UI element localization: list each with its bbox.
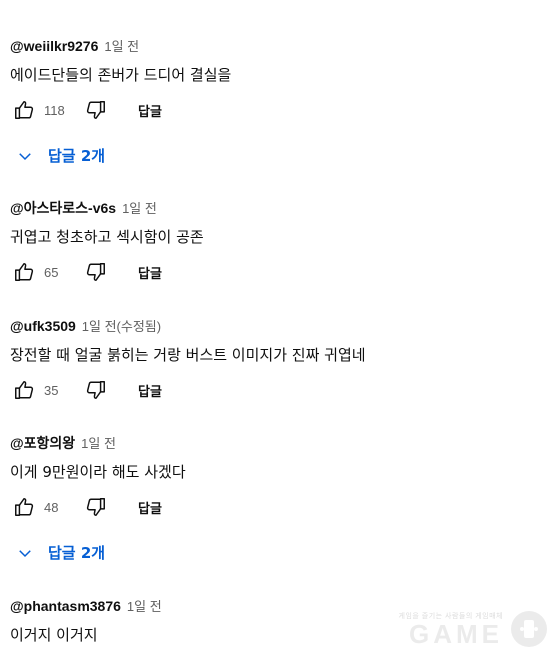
watermark-logo: 게임을 즐기는 사람들의 게임매체 GAME bbox=[399, 611, 547, 647]
comment-actions: 118 답글 bbox=[10, 92, 547, 128]
reply-button[interactable]: 답글 bbox=[138, 381, 162, 400]
comment-author[interactable]: @ufk3509 bbox=[10, 318, 76, 334]
comment-header: @아스타로스-v6s 1일 전 bbox=[10, 198, 547, 218]
comment-text: 귀엽고 청초하고 섹시함이 공존 bbox=[10, 228, 204, 246]
view-replies-button[interactable]: 답글 2개 bbox=[16, 542, 105, 563]
view-replies-label: 답글 2개 bbox=[48, 147, 106, 165]
comment-header: @ufk3509 1일 전(수정됨) bbox=[10, 316, 547, 336]
comment-time[interactable]: 1일 전(수정됨) bbox=[82, 316, 161, 335]
like-button[interactable] bbox=[10, 493, 38, 521]
dislike-button[interactable] bbox=[82, 493, 110, 521]
comment: @weiilkr9276 1일 전 에이드단들의 존버가 드디어 결실을 118… bbox=[10, 36, 547, 128]
thumb-up-icon bbox=[15, 263, 34, 281]
comment-time[interactable]: 1일 전 bbox=[127, 596, 162, 615]
like-button[interactable] bbox=[10, 258, 38, 286]
comment-actions: 65 답글 bbox=[10, 254, 547, 290]
thumb-up-icon bbox=[15, 381, 34, 399]
comment-author[interactable]: @포항의왕 bbox=[10, 433, 75, 453]
comment-actions: 48 답글 bbox=[10, 489, 547, 525]
thumb-up-icon bbox=[15, 101, 34, 119]
reply-button[interactable]: 답글 bbox=[138, 498, 162, 517]
comment-time[interactable]: 1일 전 bbox=[104, 36, 139, 55]
like-count: 35 bbox=[44, 382, 59, 398]
thumb-up-icon bbox=[15, 498, 34, 516]
view-replies-button[interactable]: 답글 2개 bbox=[16, 145, 105, 166]
comment-header: @weiilkr9276 1일 전 bbox=[10, 36, 547, 56]
comment-time[interactable]: 1일 전 bbox=[122, 198, 157, 217]
like-count: 118 bbox=[44, 102, 65, 118]
like-button[interactable] bbox=[10, 96, 38, 124]
thumb-down-icon bbox=[86, 498, 105, 516]
watermark-emblem-icon bbox=[511, 611, 547, 647]
thumb-down-icon bbox=[86, 263, 105, 281]
thumb-down-icon bbox=[86, 381, 105, 399]
comment-text: 에이드단들의 존버가 드디어 결실을 bbox=[10, 66, 232, 84]
dislike-button[interactable] bbox=[82, 96, 110, 124]
like-button[interactable] bbox=[10, 376, 38, 404]
comment-author[interactable]: @phantasm3876 bbox=[10, 598, 121, 614]
comment-text: 장전할 때 얼굴 붉히는 거랑 버스트 이미지가 진짜 귀엽네 bbox=[10, 346, 366, 364]
comment-author[interactable]: @weiilkr9276 bbox=[10, 38, 98, 54]
comment: @아스타로스-v6s 1일 전 귀엽고 청초하고 섹시함이 공존 65 답글 bbox=[10, 198, 547, 290]
thumb-down-icon bbox=[86, 101, 105, 119]
reply-button[interactable]: 답글 bbox=[138, 263, 162, 282]
chevron-down-icon bbox=[19, 152, 31, 160]
watermark-brand: GAME bbox=[409, 619, 503, 649]
comment: @ufk3509 1일 전(수정됨) 장전할 때 얼굴 붉히는 거랑 버스트 이… bbox=[10, 316, 547, 408]
dislike-button[interactable] bbox=[82, 258, 110, 286]
dislike-button[interactable] bbox=[82, 376, 110, 404]
reply-button[interactable]: 답글 bbox=[138, 101, 162, 120]
comment-time[interactable]: 1일 전 bbox=[81, 433, 116, 452]
comment-header: @포항의왕 1일 전 bbox=[10, 433, 547, 453]
like-count: 48 bbox=[44, 499, 59, 515]
comment-text: 이게 9만원이라 해도 사겠다 bbox=[10, 463, 186, 481]
like-count: 65 bbox=[44, 264, 59, 280]
chevron-down-icon bbox=[19, 549, 31, 557]
watermark-text: 게임을 즐기는 사람들의 게임매체 GAME bbox=[399, 611, 504, 647]
comment: @포항의왕 1일 전 이게 9만원이라 해도 사겠다 48 답글 bbox=[10, 433, 547, 525]
comment-author[interactable]: @아스타로스-v6s bbox=[10, 198, 116, 218]
comment-actions: 35 답글 bbox=[10, 372, 547, 408]
view-replies-label: 답글 2개 bbox=[48, 544, 106, 562]
